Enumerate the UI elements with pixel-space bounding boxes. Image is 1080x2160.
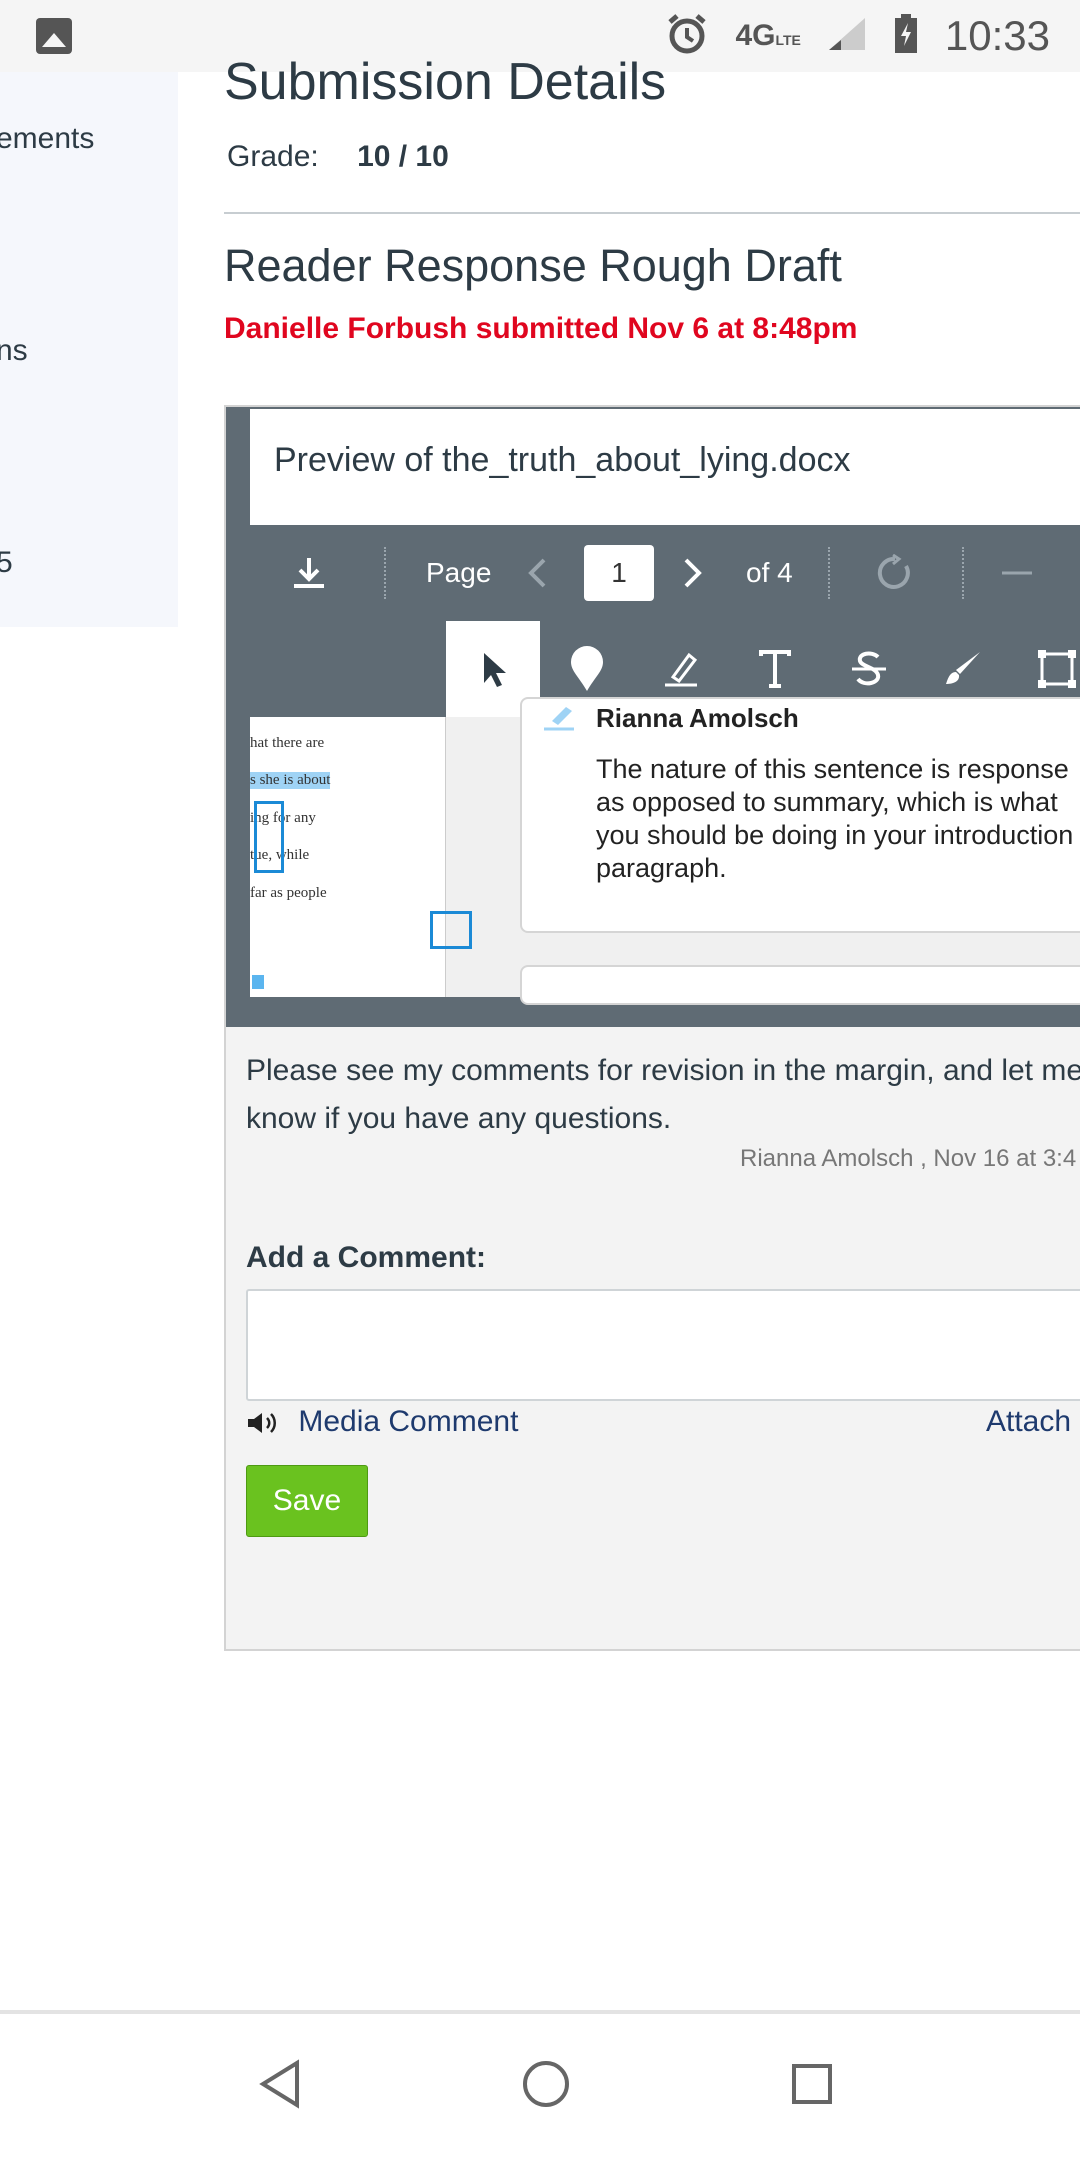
page-label: Page (426, 557, 492, 588)
annotation-comment-card[interactable]: Rianna Amolsch The nature of this senten… (520, 697, 1080, 933)
document-viewer[interactable]: hat there are s she is about ing for any… (250, 697, 1080, 1005)
annotation-marker (252, 975, 264, 989)
network-type: 4GLTE (735, 19, 801, 52)
sidebar-item-announcements[interactable]: ements (0, 122, 94, 156)
course-sidebar: ements ns 5 (0, 72, 178, 627)
toolbar-separator (384, 547, 386, 599)
download-icon[interactable] (290, 525, 328, 621)
preview-header: Preview of the_truth_about_lying.docx (250, 409, 1080, 525)
assignment-title: Reader Response Rough Draft (224, 240, 842, 291)
sidebar-item-discussions[interactable]: ns (0, 334, 28, 368)
media-comment-label[interactable]: Media Comment (298, 1405, 518, 1438)
grade-label: Grade: (227, 140, 319, 173)
annotation-pen-icon (542, 705, 576, 736)
next-page-icon[interactable] (682, 525, 704, 621)
save-button[interactable]: Save (246, 1465, 368, 1537)
add-comment-label: Add a Comment: (246, 1241, 486, 1274)
gallery-icon (36, 18, 72, 54)
rotate-icon[interactable] (876, 525, 914, 621)
page-number-input[interactable]: 1 (584, 545, 654, 601)
signal-icon (827, 16, 867, 57)
document-line-highlighted: s she is about (250, 772, 331, 789)
comment-input[interactable] (246, 1289, 1080, 1401)
page-total: of 4 (746, 557, 793, 588)
page-title: Submission Details (224, 53, 667, 111)
battery-icon (893, 13, 919, 60)
document-line: hat there are (250, 735, 325, 751)
preview-toolbar: Page 1 of 4 (250, 525, 1080, 621)
toolbar-separator (962, 547, 964, 599)
teacher-comment: Please see my comments for revision in t… (246, 1054, 1080, 1135)
recents-icon[interactable] (782, 2054, 842, 2114)
home-icon[interactable] (516, 2054, 576, 2114)
document-line: far as people (250, 885, 327, 901)
submission-status: Danielle Forbush submitted Nov 6 at 8:48… (224, 312, 858, 345)
preview-title: Preview of the_truth_about_lying.docx (274, 441, 851, 479)
media-comment-link[interactable]: Media Comment (246, 1405, 518, 1439)
speaker-icon (246, 1405, 288, 1438)
divider (224, 212, 1080, 214)
alarm-icon (665, 12, 709, 61)
back-icon[interactable] (250, 2054, 310, 2114)
system-nav-bar (0, 2010, 1080, 2160)
status-icons: 4GLTE 10:33 (665, 10, 1050, 62)
zoom-out-icon[interactable] (1002, 525, 1032, 621)
annotation-author: Rianna Amolsch (596, 703, 799, 733)
clock-time: 10:33 (944, 12, 1050, 59)
annotation-box[interactable] (254, 801, 284, 873)
comment-meta: Rianna Amolsch , Nov 16 at 3:4 (740, 1145, 1077, 1172)
grade-value: 10 / 10 (357, 140, 449, 173)
annotation-text: The nature of this sentence is response … (596, 754, 1074, 883)
toolbar-separator (828, 547, 830, 599)
submission-panel: Preview of the_truth_about_lying.docx Pa… (224, 405, 1080, 1651)
annotation-box[interactable] (430, 911, 472, 949)
prev-page-icon[interactable] (526, 525, 548, 621)
document-preview: Preview of the_truth_about_lying.docx Pa… (226, 407, 1080, 1027)
attach-link[interactable]: Attach (986, 1405, 1071, 1439)
document-page: hat there are s she is about ing for any… (250, 717, 446, 997)
annotation-comment-card[interactable] (520, 965, 1080, 1005)
grade-row: Grade: 10 / 10 (227, 140, 449, 174)
sidebar-item-counter[interactable]: 5 (0, 546, 13, 580)
